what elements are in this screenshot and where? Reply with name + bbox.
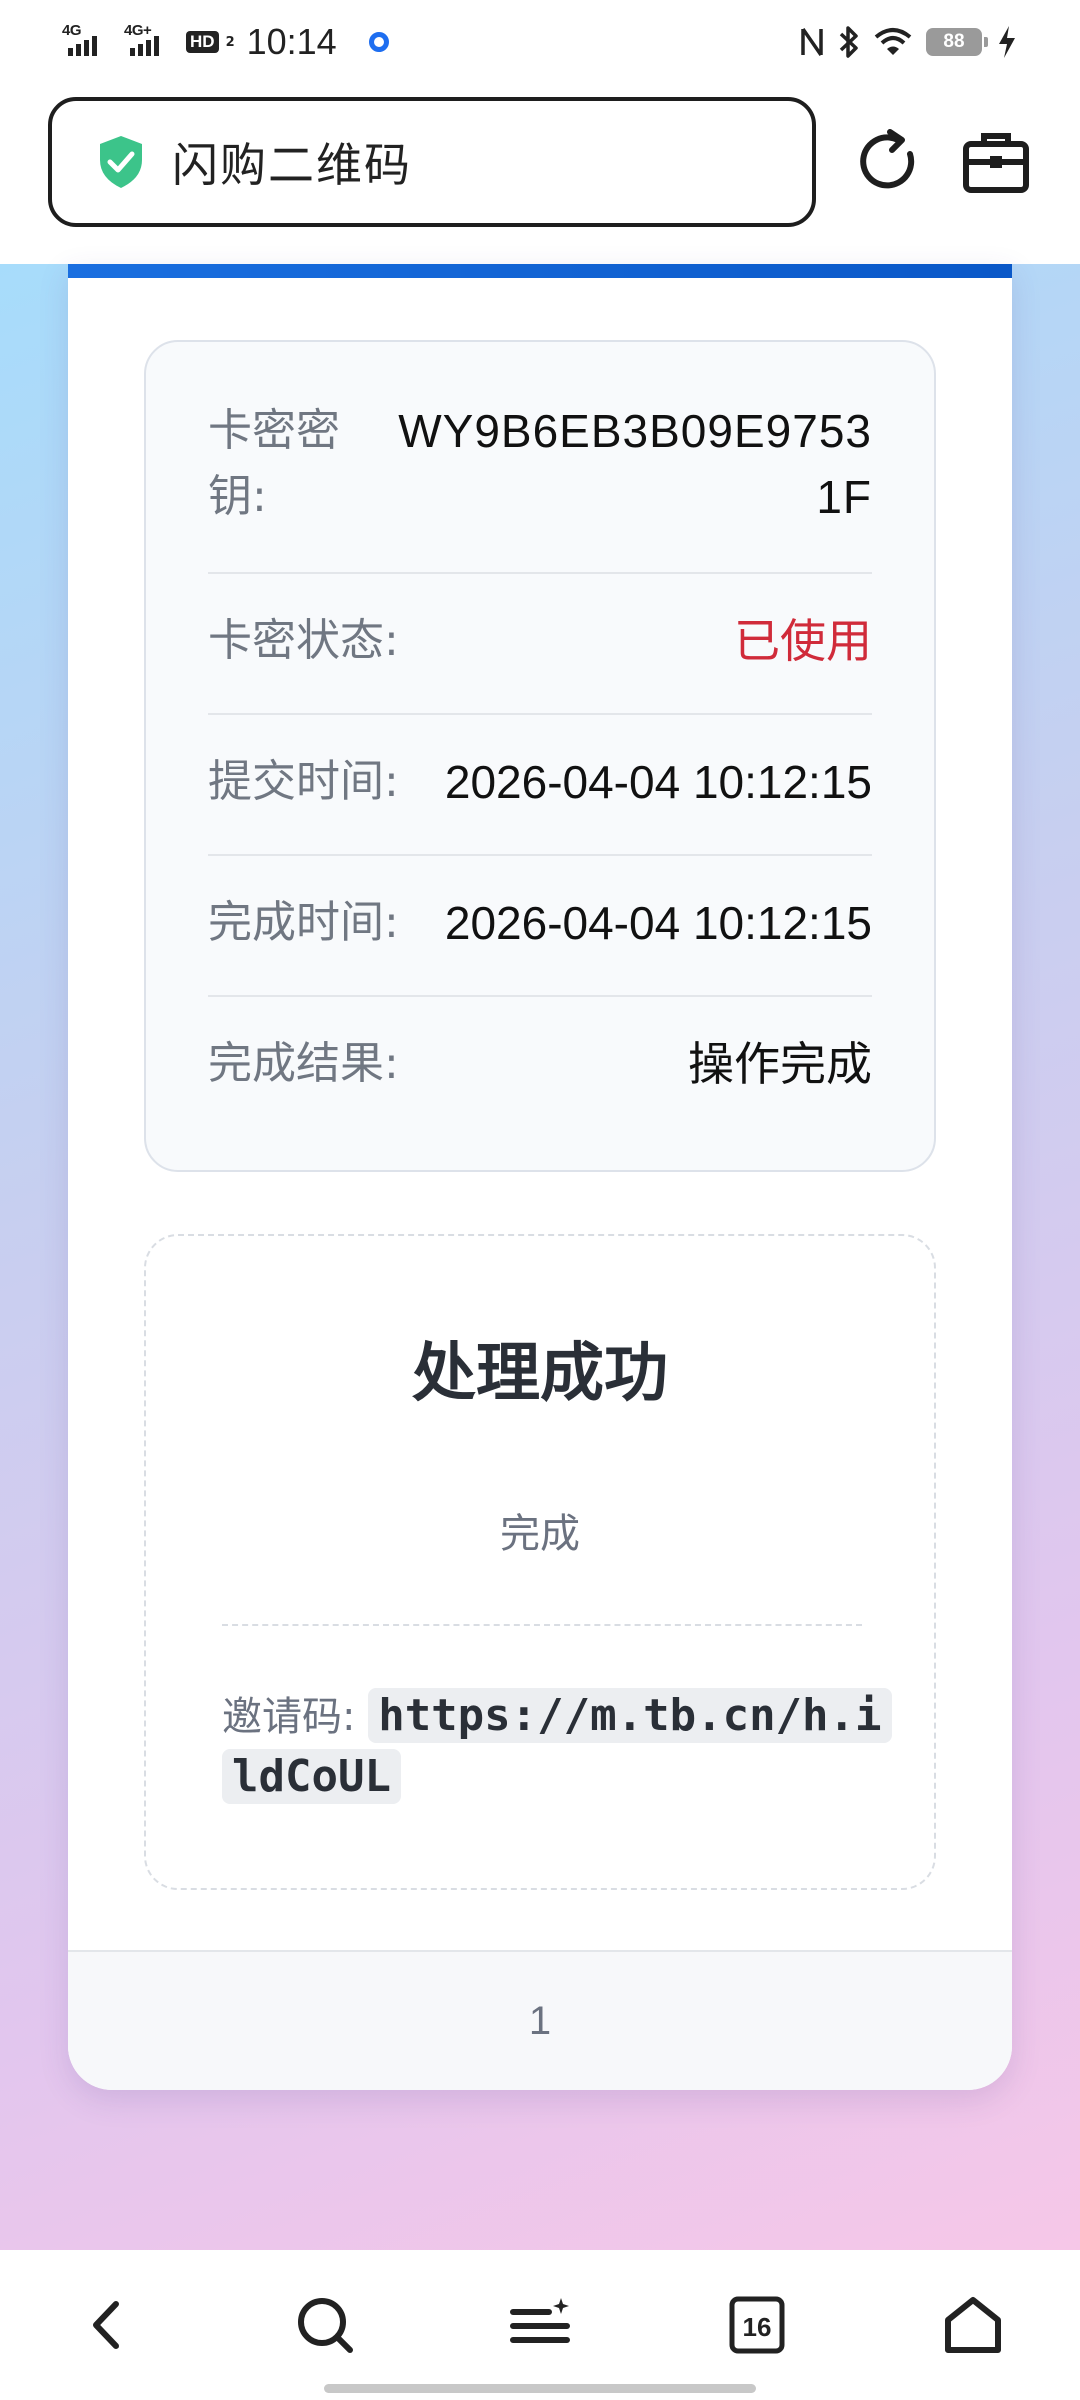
result-panel: 处理成功 完成 邀请码: https://m.tb.cn/h.ildCoUL [144, 1234, 936, 1890]
card-accent-line [68, 264, 1012, 278]
result-divider [222, 1624, 862, 1626]
shield-check-icon [100, 136, 142, 188]
wifi-icon [874, 28, 912, 55]
status-value-used: 已使用 [734, 614, 872, 668]
back-button[interactable] [72, 2290, 142, 2360]
info-row-status: 卡密状态: 已使用 [208, 574, 872, 715]
tabs-button[interactable]: 16 [722, 2290, 792, 2360]
search-icon [298, 2298, 353, 2353]
status-right: 88 [800, 24, 1018, 60]
hd-label: HD [186, 31, 219, 53]
card-footer: 1 [68, 1950, 1012, 2090]
card-info-panel: 卡密密钥: WY9B6EB3B09E97531F 卡密状态: 已使用 提交时间:… [144, 340, 936, 1172]
toolbox-icon [963, 133, 1029, 193]
status-time: 10:14 [246, 21, 337, 62]
hd-sub: 2 [225, 34, 235, 50]
info-label-result: 完成结果: [208, 1038, 399, 1089]
invite-label: 邀请码: [222, 1694, 356, 1740]
result-card: 卡密密钥: WY9B6EB3B09E97531F 卡密状态: 已使用 提交时间:… [68, 264, 1012, 2090]
info-label-status: 卡密状态: [208, 615, 399, 666]
nfc-icon [801, 28, 823, 56]
page-number: 1 [528, 1998, 552, 2043]
info-label-complete-time: 完成时间: [208, 897, 399, 948]
info-row-complete-time: 完成时间: 2026-04-04 10:12:15 [208, 856, 872, 997]
app-notification-icon [368, 32, 389, 52]
info-value-key: WY9B6EB3B09E97531F [398, 405, 872, 523]
home-button[interactable] [938, 2290, 1008, 2360]
toolbox-button[interactable] [958, 124, 1034, 200]
menu-icon [510, 2298, 570, 2343]
info-value-complete-time: 2026-04-04 10:12:15 [444, 897, 872, 949]
search-button[interactable] [290, 2290, 360, 2360]
address-text: 闪购二维码 [172, 138, 412, 192]
info-label-key: 卡密密钥: [208, 405, 340, 522]
address-bar[interactable]: 闪购二维码 [48, 97, 816, 227]
info-row-key: 卡密密钥: WY9B6EB3B09E97531F [208, 398, 872, 574]
tabs-icon: 16 [729, 2296, 785, 2354]
refresh-button[interactable] [850, 124, 926, 200]
bluetooth-icon [839, 26, 858, 58]
back-icon [93, 2301, 119, 2349]
bottom-nav: 16 [0, 2250, 1080, 2400]
info-row-submit-time: 提交时间: 2026-04-04 10:12:15 [208, 715, 872, 856]
invite-line: 邀请码: https://m.tb.cn/h.ildCoUL [222, 1686, 892, 1808]
status-left: 4G 4G+ HD 2 10:14 [62, 21, 389, 63]
home-indicator[interactable] [324, 2384, 756, 2393]
result-title: 处理成功 [412, 1337, 668, 1411]
info-value-submit-time: 2026-04-04 10:12:15 [444, 756, 872, 808]
info-value-result: 操作完成 [688, 1037, 872, 1091]
refresh-icon [860, 129, 915, 189]
charging-icon [999, 26, 1015, 58]
home-icon [945, 2297, 1001, 2353]
signal-4g-plus-icon: 4G+ [124, 22, 180, 62]
battery-icon: 88 [926, 28, 988, 56]
status-bar: 4G 4G+ HD 2 10:14 88 [0, 0, 1080, 84]
signal-4g-icon: 4G [62, 22, 118, 62]
browser-toolbar: 闪购二维码 [0, 84, 1080, 264]
menu-button[interactable] [505, 2290, 575, 2360]
info-row-result: 完成结果: 操作完成 [208, 997, 872, 1138]
result-subtitle: 完成 [500, 1511, 580, 1557]
tab-count: 16 [743, 2312, 772, 2342]
info-label-submit-time: 提交时间: [208, 756, 399, 807]
